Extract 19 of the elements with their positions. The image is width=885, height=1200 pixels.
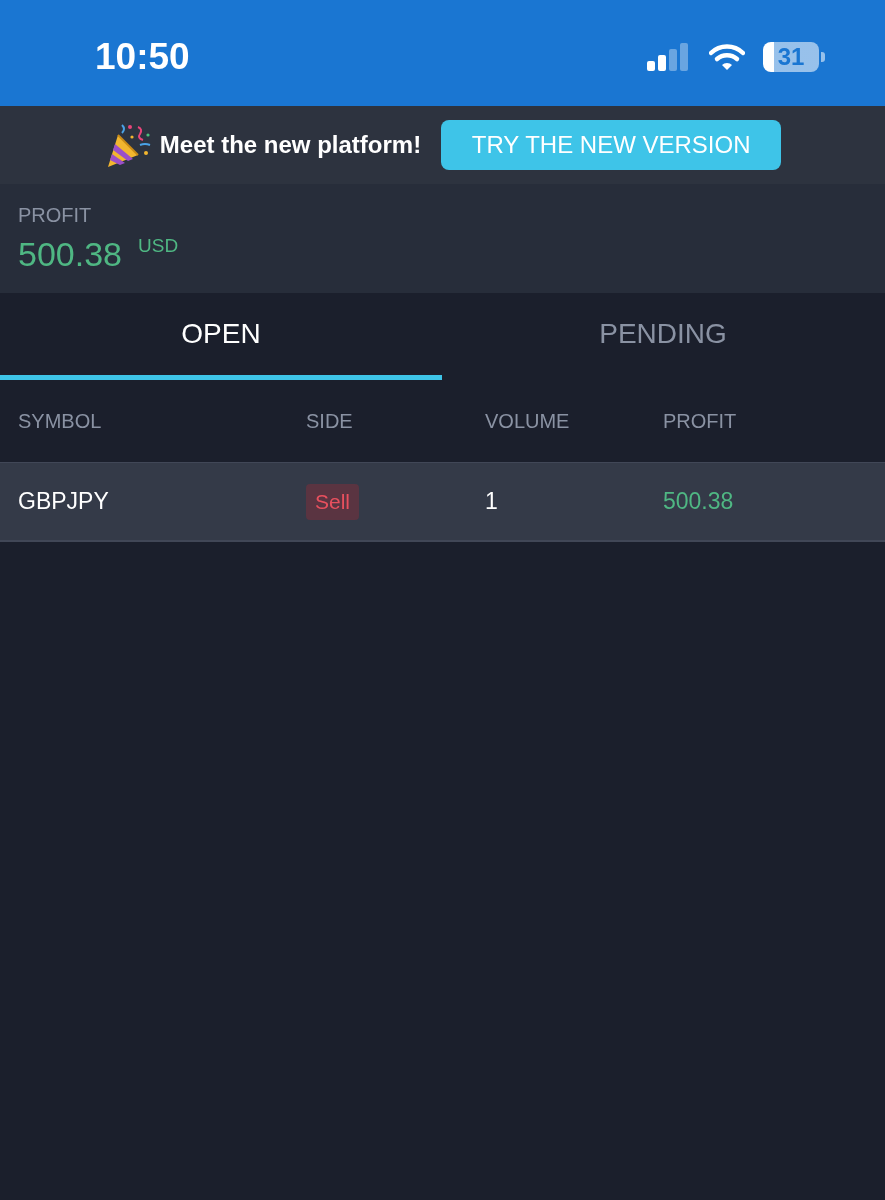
column-header: PROFIT	[663, 409, 737, 433]
currency-label: USD	[138, 235, 179, 257]
tab[interactable]: PENDING	[442, 293, 884, 380]
column-header: SYMBOL	[18, 409, 102, 433]
volume-cell: 1	[485, 488, 498, 515]
side-badge: Sell	[306, 483, 360, 520]
banner-message: Meet the new platform!	[159, 131, 422, 159]
profit-value: 500.38	[18, 235, 122, 274]
symbol-cell: GBPJPY	[18, 488, 109, 515]
profit-label: PROFIT	[18, 204, 92, 227]
column-header: SIDE	[306, 409, 353, 433]
profit-cell: 500.38	[663, 488, 734, 515]
tab[interactable]: OPEN	[0, 293, 442, 380]
column-header: VOLUME	[485, 409, 570, 433]
status-time: 10:50	[95, 36, 190, 78]
wifi-icon	[709, 44, 745, 70]
battery-indicator: 31	[763, 42, 825, 72]
position-row[interactable]: GBPJPY Sell 1 500.38	[0, 462, 885, 542]
signal-icon	[647, 43, 689, 71]
